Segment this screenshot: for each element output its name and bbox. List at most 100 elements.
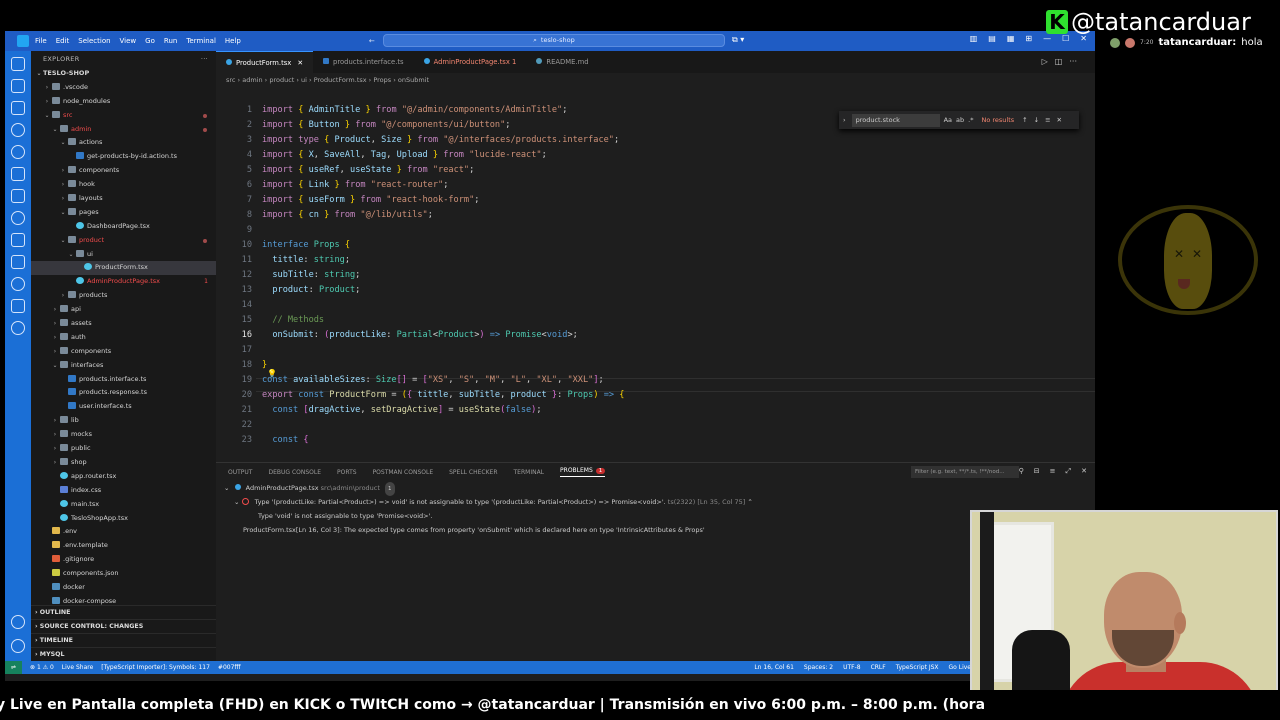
status-problems[interactable]: ⊗ 1 ⚠ 0: [30, 661, 54, 674]
tree-item[interactable]: › lib: [31, 414, 216, 428]
view-as-tree-icon[interactable]: ≡: [1050, 467, 1056, 476]
run-debug-icon[interactable]: [11, 123, 25, 137]
tab-ports[interactable]: PORTS: [337, 469, 357, 476]
menu-run[interactable]: Run: [164, 37, 177, 45]
layout-sidebar-icon[interactable]: ▥: [970, 34, 978, 43]
layout-custom-icon[interactable]: ⊞: [1025, 34, 1032, 43]
tree-item[interactable]: ⌄ pages: [31, 206, 216, 220]
section-mysql[interactable]: › MYSQL: [31, 647, 216, 661]
menu-selection[interactable]: Selection: [78, 37, 110, 45]
database-icon[interactable]: [11, 189, 25, 203]
tab-products-interface[interactable]: products.interface.ts: [313, 51, 414, 73]
related-info-row[interactable]: ProductForm.tsx[Ln 16, Col 3]: The expec…: [216, 523, 1095, 537]
tree-item[interactable]: › mocks: [31, 428, 216, 442]
tree-item[interactable]: products.response.ts: [31, 386, 216, 400]
tree-item[interactable]: ⌄ ui: [31, 248, 216, 262]
section-source-control[interactable]: › SOURCE CONTROL: CHANGES: [31, 619, 216, 633]
tab-output[interactable]: OUTPUT: [228, 469, 252, 476]
tab-admin-product-page[interactable]: AdminProductPage.tsx 1: [414, 51, 527, 73]
extensions-icon[interactable]: [11, 167, 25, 181]
tree-item[interactable]: ⌄ actions: [31, 136, 216, 150]
status-language[interactable]: TypeScript JSX: [896, 661, 939, 674]
status-encoding[interactable]: UTF-8: [843, 661, 861, 674]
search-activity-icon[interactable]: [11, 145, 25, 159]
tree-item[interactable]: › products: [31, 289, 216, 303]
status-color[interactable]: #007fff: [218, 661, 241, 674]
filter-icon[interactable]: ⚲: [1019, 467, 1024, 476]
menu-go[interactable]: Go: [145, 37, 155, 45]
tree-item[interactable]: TesloShopApp.tsx: [31, 512, 216, 526]
status-golive[interactable]: Go Live: [949, 661, 971, 674]
tree-item[interactable]: › public: [31, 442, 216, 456]
tree-item[interactable]: .gitignore: [31, 553, 216, 567]
command-center-search[interactable]: ⌕ teslo-shop: [383, 34, 725, 47]
tab-product-form[interactable]: ProductForm.tsx ✕: [216, 51, 314, 73]
tree-item[interactable]: › components: [31, 164, 216, 178]
back-arrow-icon[interactable]: ←: [369, 37, 375, 45]
close-panel-icon[interactable]: ✕: [1081, 467, 1087, 476]
menu-help[interactable]: Help: [225, 37, 241, 45]
settings-gear-icon[interactable]: [11, 639, 25, 653]
tree-item[interactable]: › components: [31, 345, 216, 359]
source-control-icon[interactable]: [11, 79, 25, 93]
tree-item[interactable]: › node_modules: [31, 95, 216, 109]
close-tab-icon[interactable]: ✕: [297, 59, 303, 67]
menu-view[interactable]: View: [120, 37, 137, 45]
breadcrumb[interactable]: src › admin › product › ui › ProductForm…: [216, 73, 1095, 87]
tab-debug-console[interactable]: DEBUG CONSOLE: [268, 469, 321, 476]
tab-problems[interactable]: PROBLEMS 1: [560, 467, 606, 477]
status-live-share[interactable]: Live Share: [62, 661, 93, 674]
tree-item[interactable]: docker: [31, 581, 216, 595]
layout-panel-icon[interactable]: ▤: [988, 34, 996, 43]
tree-item[interactable]: ⌄ product: [31, 234, 216, 248]
collapse-all-icon[interactable]: ⊟: [1034, 467, 1040, 476]
tree-item[interactable]: user.interface.ts: [31, 400, 216, 414]
tree-item[interactable]: › shop: [31, 456, 216, 470]
more-actions-icon[interactable]: ···: [201, 51, 208, 67]
tree-item[interactable]: get-products-by-id.action.ts: [31, 150, 216, 164]
tree-item[interactable]: › hook: [31, 178, 216, 192]
tab-spell-checker[interactable]: SPELL CHECKER: [449, 469, 497, 476]
menu-file[interactable]: File: [35, 37, 47, 45]
maximize-panel-icon[interactable]: ⤢: [1066, 467, 1072, 476]
status-eol[interactable]: CRLF: [871, 661, 886, 674]
tree-item[interactable]: › api: [31, 303, 216, 317]
status-importer[interactable]: [TypeScript Importer]: Symbols: 117: [101, 661, 210, 674]
tree-item[interactable]: .env.template: [31, 539, 216, 553]
tree-item[interactable]: ⌄ interfaces: [31, 359, 216, 373]
live-share-icon[interactable]: [11, 321, 25, 335]
tree-item[interactable]: app.router.tsx: [31, 470, 216, 484]
section-outline[interactable]: › OUTLINE: [31, 605, 216, 619]
tree-item[interactable]: main.tsx: [31, 498, 216, 512]
split-editor-icon[interactable]: ◫: [1055, 57, 1063, 66]
tree-item[interactable]: index.css: [31, 484, 216, 498]
tab-readme[interactable]: README.md: [526, 51, 598, 73]
tree-item[interactable]: ProductForm.tsx: [31, 261, 216, 276]
tree-item[interactable]: .env: [31, 525, 216, 539]
section-timeline[interactable]: › TIMELINE: [31, 633, 216, 647]
problems-filter-input[interactable]: Filter (e.g. text, **/*.ts, !**/nod...: [911, 466, 1019, 478]
tree-item[interactable]: › .vscode: [31, 81, 216, 95]
menu-terminal[interactable]: Terminal: [186, 37, 216, 45]
more-icon[interactable]: ···: [1069, 57, 1077, 66]
chevron-up-icon[interactable]: ⌃: [747, 498, 752, 506]
layout-secondary-icon[interactable]: ▦: [1007, 34, 1015, 43]
tree-item[interactable]: › layouts: [31, 192, 216, 206]
status-spaces[interactable]: Spaces: 2: [804, 661, 833, 674]
tree-item[interactable]: DashboardPage.tsx: [31, 220, 216, 234]
project-root[interactable]: ⌄TESLO-SHOP: [31, 67, 216, 81]
github-icon[interactable]: [11, 277, 25, 291]
tree-item[interactable]: AdminProductPage.tsx 1: [31, 275, 216, 289]
tab-terminal[interactable]: TERMINAL: [514, 469, 545, 476]
tree-item[interactable]: ⌄ admin: [31, 123, 216, 137]
tree-item[interactable]: › auth: [31, 331, 216, 345]
remote-icon[interactable]: [11, 211, 25, 225]
tab-postman-console[interactable]: POSTMAN CONSOLE: [373, 469, 434, 476]
account-icon[interactable]: [11, 615, 25, 629]
problem-file-row[interactable]: ⌄ AdminProductPage.tsx src\admin\product…: [216, 481, 1095, 496]
remote-indicator-icon[interactable]: ⇌: [5, 661, 23, 674]
copilot-icon[interactable]: ⧉ ▾: [732, 35, 744, 45]
explorer-icon[interactable]: [11, 57, 25, 71]
tree-item[interactable]: components.json: [31, 567, 216, 581]
tree-item[interactable]: ⌄ src: [31, 109, 216, 123]
